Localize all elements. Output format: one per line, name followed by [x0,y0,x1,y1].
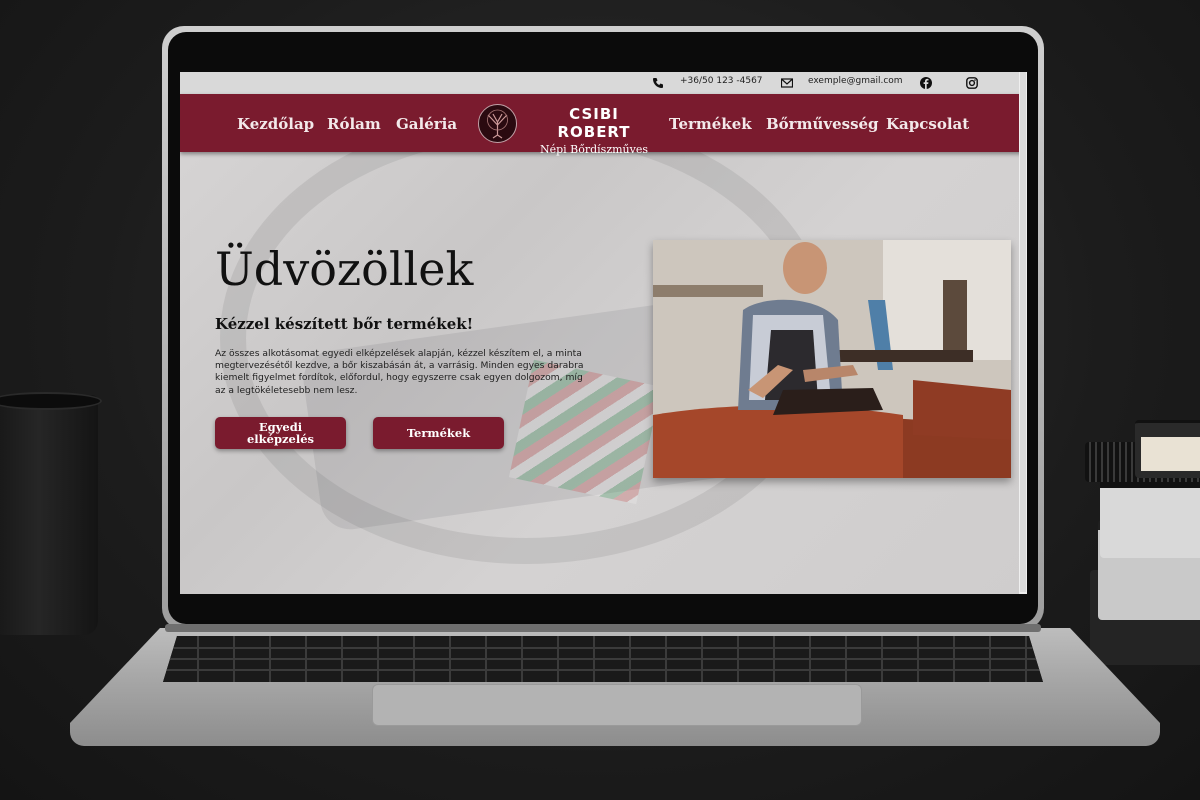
laptop-hinge [165,624,1041,632]
nav-kapcsolat[interactable]: Kapcsolat [886,115,969,133]
coffee-mug [0,395,98,635]
book-stack [1080,420,1200,680]
envelope-icon[interactable] [781,77,793,89]
products-button-label: Termékek [406,426,471,440]
phone-number[interactable]: +36/50 123 -4567 [680,76,763,86]
phone-icon[interactable] [652,77,664,89]
email-address[interactable]: exemple@gmail.com [808,76,903,86]
hero-subtitle: Kézzel készített bőr termékek! [215,315,474,333]
custom-request-button[interactable]: Egyedi elképzelés [215,417,346,449]
scrollbar-thumb[interactable] [1020,72,1026,592]
nav-kezdolap[interactable]: Kezdőlap [237,115,314,133]
products-button[interactable]: Termékek [373,417,504,449]
instagram-icon[interactable] [966,77,978,89]
facebook-icon[interactable] [920,77,932,89]
hero-description: Az összes alkotásomat egyedi elképzelése… [215,348,584,396]
nav-rolam[interactable]: Rólam [327,115,381,133]
book [1135,420,1200,478]
book [1100,478,1200,558]
custom-request-button-label: Egyedi elképzelés [246,420,315,446]
tree-logo-icon[interactable] [478,104,517,143]
laptop-keyboard [163,636,1043,682]
brand-logo[interactable]: CSIBI ROBERT Népi Bőrdíszműves [534,105,654,156]
nav-galeria[interactable]: Galéria [396,115,457,133]
nav-termekek[interactable]: Termékek [669,115,752,133]
hero-title: Üdvözöllek [215,242,474,296]
website-screen: +36/50 123 -4567 exemple@gmail.com Kezdő… [180,72,1027,594]
main-navigation: Kezdőlap Rólam Galéria CSIBI ROBERT Népi… [180,94,1027,156]
nav-bormuvesseg[interactable]: Bőrművesség [766,115,879,133]
brand-name: CSIBI ROBERT [557,105,631,141]
scrollbar[interactable] [1019,72,1027,594]
laptop-trackpad [372,684,862,726]
craftsman-photo [653,240,1011,478]
brand-subtitle: Népi Bőrdíszműves [539,143,649,156]
contact-topbar: +36/50 123 -4567 exemple@gmail.com [180,72,1027,94]
